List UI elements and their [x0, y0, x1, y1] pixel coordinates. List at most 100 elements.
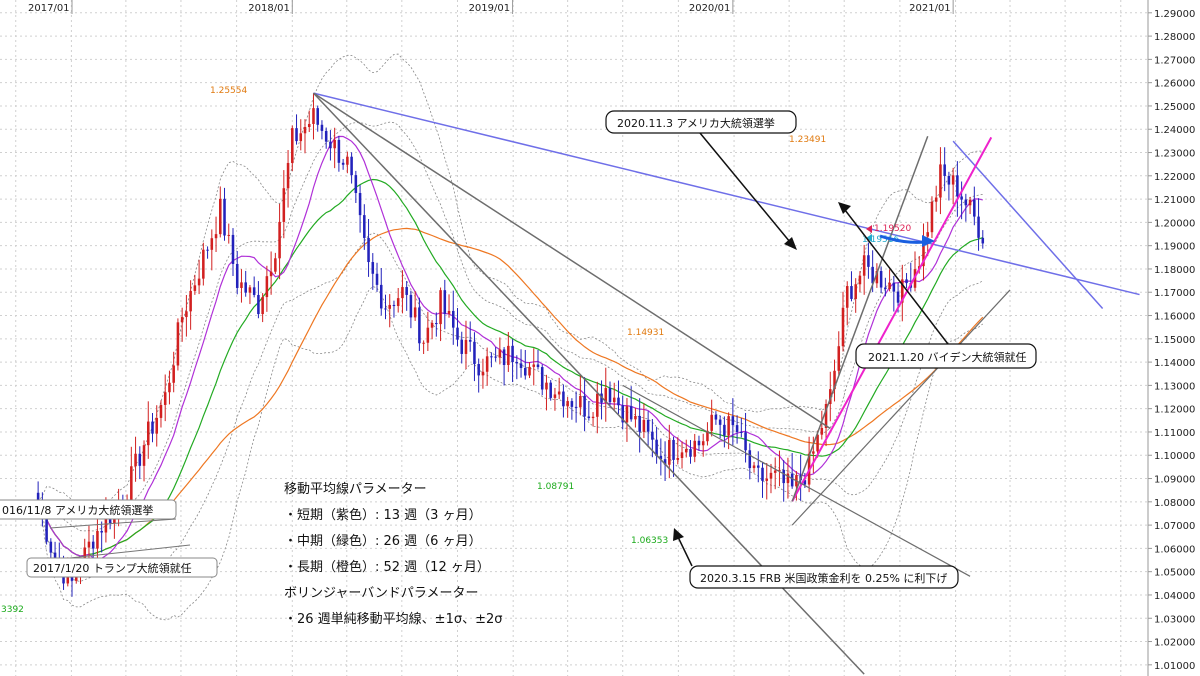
candle-body	[553, 394, 557, 398]
candle-body	[371, 262, 375, 274]
low-2019-label: 1.08791	[537, 482, 574, 492]
candle-body	[977, 216, 980, 238]
callout-arrowhead-icon	[838, 202, 851, 214]
candle-body	[163, 392, 167, 405]
y-tick-label: 1.20000	[1154, 218, 1195, 229]
candle-body	[896, 291, 900, 303]
legend-line: ・26 週単純移動平均線、±1σ、±2σ	[284, 611, 502, 627]
candle-body	[968, 199, 972, 206]
candle-body	[634, 415, 637, 420]
candle-body	[189, 290, 192, 312]
candle-body	[672, 439, 675, 460]
high-2021-label: 1.23491	[789, 135, 826, 145]
candle-body	[193, 285, 197, 291]
candle-body	[435, 322, 438, 325]
y-tick-label: 1.09000	[1154, 475, 1195, 486]
candlesticks	[36, 93, 985, 597]
candle-body	[405, 287, 408, 295]
candle-body	[155, 417, 159, 434]
candle-body	[710, 414, 713, 431]
candle-body	[536, 364, 540, 368]
candle-body	[744, 432, 747, 451]
candle-body	[579, 395, 582, 408]
candle-body	[782, 469, 785, 484]
candle-body	[557, 391, 561, 395]
callout-arrow	[677, 536, 693, 567]
candle-body	[765, 478, 769, 481]
y-tick-label: 1.29000	[1154, 9, 1195, 20]
candle-body	[252, 287, 256, 295]
candle-body	[540, 367, 544, 390]
candle-body	[562, 391, 565, 407]
trendline	[622, 384, 971, 577]
candle-body	[451, 310, 455, 328]
x-tick-label: 2019/01	[469, 3, 511, 14]
candle-body	[295, 128, 298, 142]
candle-body	[528, 366, 531, 376]
candle-body	[350, 156, 353, 176]
price-bid-label: 1.19520	[874, 224, 911, 234]
y-tick-label: 1.11000	[1154, 428, 1195, 439]
candle-body	[973, 199, 976, 217]
y-tick-label: 1.01000	[1154, 661, 1195, 672]
candle-body	[845, 286, 849, 308]
callout-fed-cut: 2020.3.15 FRB 米国政策金利を 0.25% に利下げ	[700, 571, 947, 585]
callout-biden-inauguration: 2021.1.20 バイデン大統領就任	[868, 350, 1026, 364]
y-tick-label: 1.28000	[1154, 32, 1195, 43]
bollinger-band-line	[37, 53, 983, 509]
candle-body	[261, 297, 264, 315]
candle-body	[146, 421, 150, 446]
y-tick-label: 1.21000	[1154, 195, 1195, 206]
candle-body	[884, 287, 887, 289]
y-tick-label: 1.17000	[1154, 288, 1195, 299]
candle-body	[752, 465, 756, 469]
price-marker-icon	[866, 225, 872, 233]
callout-leader-line	[49, 518, 177, 529]
candle-body	[282, 188, 286, 222]
candle-body	[422, 342, 425, 344]
candle-body	[943, 164, 946, 176]
candle-body	[96, 530, 99, 549]
candle-body	[892, 282, 896, 292]
candle-body	[337, 139, 341, 163]
candle-body	[693, 440, 697, 457]
candle-body	[951, 175, 955, 185]
candle-body	[473, 341, 476, 365]
y-tick-label: 1.27000	[1154, 55, 1195, 66]
x-tick-label: 2018/01	[248, 3, 290, 14]
candle-body	[354, 175, 358, 193]
trendline	[791, 136, 993, 502]
candle-body	[312, 108, 315, 124]
candle-body	[443, 290, 447, 314]
candle-body	[773, 470, 777, 473]
low-2020-label: 1.06353	[631, 536, 668, 546]
candle-body	[714, 414, 718, 420]
legend-line: ・短期（紫色）: 13 週（3 ヶ月）	[284, 507, 482, 523]
y-tick-label: 1.16000	[1154, 312, 1195, 323]
trendline	[791, 135, 929, 502]
candle-body	[735, 425, 739, 432]
candle-body	[629, 406, 633, 420]
candle-body	[210, 238, 214, 250]
candle-body	[701, 441, 705, 446]
candle-body	[841, 307, 845, 347]
candle-body	[612, 397, 616, 403]
y-tick-label: 1.02000	[1154, 638, 1195, 649]
moving-averages	[37, 135, 984, 560]
candle-body	[358, 192, 362, 216]
bollinger-band-line	[37, 232, 983, 582]
candle-body	[375, 273, 379, 285]
candle-body	[269, 271, 273, 277]
candle-body	[549, 382, 552, 398]
candle-body	[574, 406, 578, 408]
callout-us-election-2020: 2020.11.3 アメリカ大統領選挙	[617, 116, 775, 130]
eurusd-weekly-chart: 1.29000 1.28000 1.27000 1.26000 1.25000 1.240…	[0, 0, 1195, 676]
y-tick-label: 1.19000	[1154, 242, 1195, 253]
candle-body	[617, 397, 620, 406]
candle-body	[396, 298, 400, 307]
candle-body	[197, 278, 201, 286]
y-tick-label: 1.06000	[1154, 544, 1195, 555]
candle-body	[502, 349, 506, 365]
candle-body	[87, 541, 91, 548]
candle-body	[786, 473, 790, 484]
